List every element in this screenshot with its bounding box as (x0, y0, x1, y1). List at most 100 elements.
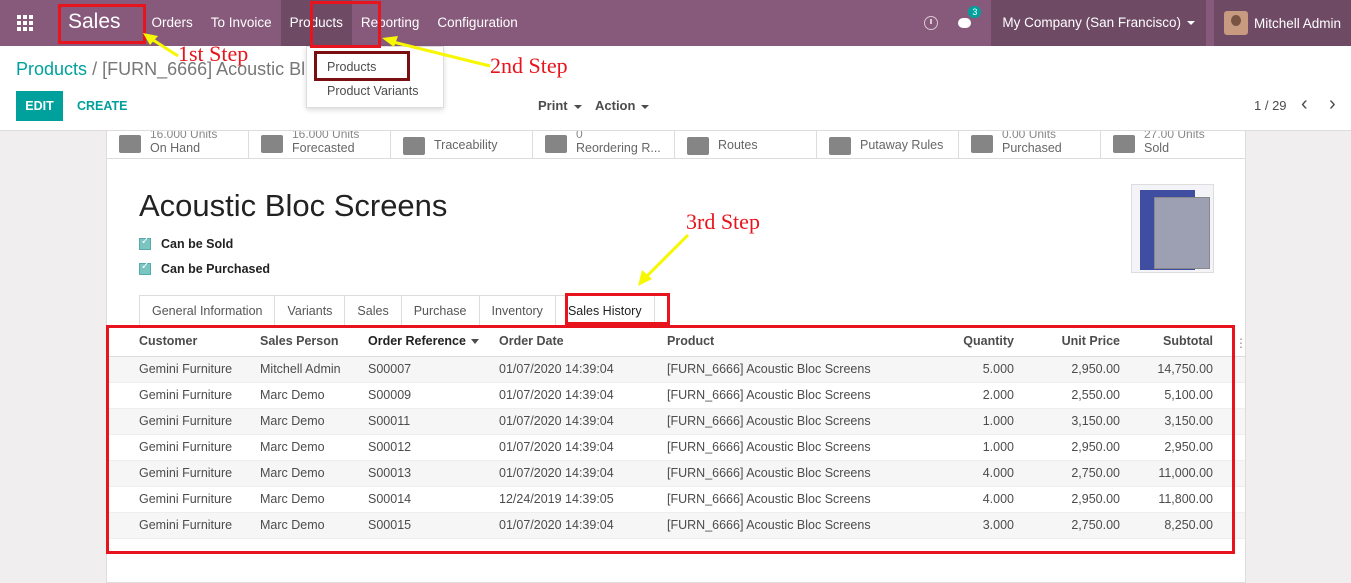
table-row[interactable]: Gemini Furniture Marc Demo S00014 12/24/201… (107, 486, 1245, 513)
column-header-quantity[interactable]: Quantity (877, 327, 1014, 357)
chevron-down-icon (641, 104, 650, 109)
cell-product: [FURN_6666] Acoustic Bloc Screens (667, 460, 877, 487)
menu-to-invoice[interactable]: To Invoice (202, 0, 281, 46)
column-header-product[interactable]: Product (667, 327, 877, 357)
pager-value[interactable]: 1 / 29 (1254, 98, 1287, 113)
column-header-order-date[interactable]: Order Date (499, 327, 667, 357)
cell-quantity: 4.000 (877, 486, 1014, 513)
column-header-order-reference[interactable]: Order Reference (368, 327, 499, 357)
cell-order-date: 01/07/2020 14:39:04 (499, 382, 667, 409)
table-row[interactable]: Gemini Furniture Marc Demo S00013 01/07/202… (107, 460, 1245, 487)
stat-label: Purchased (1002, 141, 1062, 155)
optional-columns-icon[interactable]: ⋮ (1235, 336, 1247, 350)
activity-clock-icon[interactable] (924, 16, 939, 30)
cell-order-date: 01/07/2020 14:39:04 (499, 512, 667, 539)
dropdown-item-products[interactable]: Products (307, 55, 443, 79)
tab-variants[interactable]: Variants (274, 295, 346, 327)
tab-general-information[interactable]: General Information (139, 295, 276, 327)
stat-purchased[interactable]: 0.00 Units Purchased (959, 131, 1101, 158)
notebook-tabs: General Information Variants Sales Purch… (139, 295, 1215, 327)
app-name[interactable]: Sales (60, 5, 129, 41)
avatar (1223, 11, 1248, 35)
stat-label: Routes (718, 137, 758, 152)
cell-product: [FURN_6666] Acoustic Bloc Screens (667, 382, 877, 409)
user-menu[interactable]: Mitchell Admin (1213, 0, 1351, 46)
cell-customer: Gemini Furniture (139, 356, 260, 383)
chevron-down-icon (1186, 21, 1195, 26)
stat-on-hand[interactable]: 16.000 Units On Hand (107, 131, 249, 158)
stat-putaway-rules[interactable]: Putaway Rules (817, 131, 959, 158)
cell-order-reference: S00007 (368, 356, 499, 383)
stat-label: Sold (1144, 141, 1170, 155)
random-icon (829, 136, 851, 155)
company-switcher[interactable]: My Company (San Francisco) (991, 0, 1206, 46)
breadcrumb-products-link[interactable]: Products (16, 59, 87, 79)
cell-order-reference: S00015 (368, 512, 499, 539)
tab-sales-history[interactable]: Sales History (554, 295, 655, 327)
step-1-label: 1st Step (178, 41, 249, 66)
stat-reordering-rules[interactable]: 0 Reordering R... (533, 131, 675, 158)
cell-sales-person: Marc Demo (260, 486, 368, 513)
menu-products[interactable]: Products (280, 0, 352, 46)
table-row[interactable]: Gemini Furniture Mitchell Admin S00007 01/0… (107, 356, 1245, 383)
signal-bars-icon (1113, 135, 1135, 153)
edit-button[interactable]: EDIT (16, 91, 63, 121)
column-header-unit-price[interactable]: Unit Price (1014, 327, 1120, 357)
stat-routes[interactable]: Routes (675, 131, 817, 158)
menu-reporting[interactable]: Reporting (352, 0, 429, 46)
tab-purchase[interactable]: Purchase (400, 295, 480, 327)
table-row[interactable]: Gemini Furniture Marc Demo S00015 01/07/202… (107, 512, 1245, 539)
stat-forecasted[interactable]: 16.000 Units Forecasted (249, 131, 391, 158)
can-be-purchased-checkbox[interactable]: Can be Purchased (139, 261, 270, 276)
product-image[interactable] (1131, 184, 1214, 273)
cell-sales-person: Marc Demo (260, 382, 368, 409)
table-row[interactable]: Gemini Furniture Marc Demo S00009 01/07/202… (107, 382, 1245, 409)
menu-orders[interactable]: Orders (143, 0, 202, 46)
column-header-sales-person[interactable]: Sales Person (260, 327, 368, 357)
cell-subtotal: 8,250.00 (1120, 512, 1213, 539)
tab-inventory[interactable]: Inventory (478, 295, 556, 327)
cell-product: [FURN_6666] Acoustic Bloc Screens (667, 356, 877, 383)
cell-order-reference: S00009 (368, 382, 499, 409)
cell-customer: Gemini Furniture (139, 382, 260, 409)
create-button[interactable]: CREATE (77, 91, 127, 121)
cell-sales-person: Marc Demo (260, 512, 368, 539)
apps-menu-icon[interactable] (0, 0, 50, 46)
stat-traceability[interactable]: Traceability (391, 131, 533, 158)
can-be-sold-checkbox[interactable]: Can be Sold (139, 236, 233, 251)
cell-order-date: 01/07/2020 14:39:04 (499, 356, 667, 383)
pager-previous-icon[interactable]: ‹ (1301, 93, 1308, 116)
company-name: My Company (San Francisco) (1002, 15, 1181, 30)
table-row[interactable]: Gemini Furniture Marc Demo S00011 01/07/202… (107, 408, 1245, 435)
cogs-icon (687, 136, 709, 155)
cell-product: [FURN_6666] Acoustic Bloc Screens (667, 512, 877, 539)
table-header-row: Customer Sales Person Order Reference Or… (107, 327, 1245, 357)
cell-order-date: 01/07/2020 14:39:04 (499, 434, 667, 461)
print-button[interactable]: Print (538, 98, 582, 113)
pager-next-icon[interactable]: › (1329, 93, 1336, 116)
dropdown-item-product-variants[interactable]: Product Variants (307, 79, 443, 103)
chevron-down-icon (573, 104, 582, 109)
stat-label: Reordering R... (576, 141, 661, 155)
cubes-icon (261, 135, 283, 153)
breadcrumb-separator: / (92, 59, 98, 79)
column-header-subtotal[interactable]: Subtotal (1120, 327, 1213, 357)
cell-customer: Gemini Furniture (139, 460, 260, 487)
cell-order-date: 01/07/2020 14:39:04 (499, 408, 667, 435)
cell-subtotal: 11,800.00 (1120, 486, 1213, 513)
chat-icon[interactable]: 3 (958, 6, 982, 31)
tab-sales[interactable]: Sales (344, 295, 402, 327)
stat-sold[interactable]: 27.00 Units Sold (1101, 131, 1243, 158)
menu-configuration[interactable]: Configuration (428, 0, 526, 46)
action-button[interactable]: Action (595, 98, 650, 113)
cell-order-date: 01/07/2020 14:39:04 (499, 460, 667, 487)
table-row[interactable]: Gemini Furniture Marc Demo S00012 01/07/202… (107, 434, 1245, 461)
cell-subtotal: 14,750.00 (1120, 356, 1213, 383)
column-header-customer[interactable]: Customer (139, 327, 260, 357)
cell-product: [FURN_6666] Acoustic Bloc Screens (667, 408, 877, 435)
stat-label: Forecasted (292, 141, 355, 155)
cart-icon (971, 135, 993, 153)
print-label: Print (538, 98, 568, 113)
cell-order-reference: S00014 (368, 486, 499, 513)
checkbox-icon (139, 261, 151, 275)
